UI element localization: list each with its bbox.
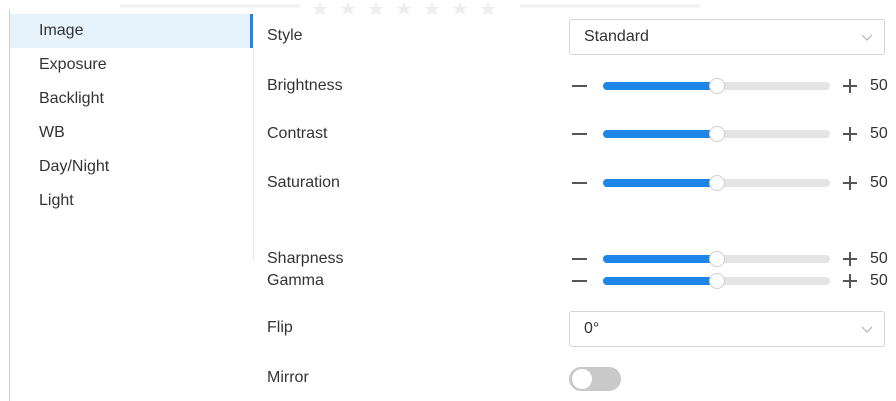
sharpness-slider-handle[interactable] xyxy=(708,251,725,267)
chevron-down-icon xyxy=(861,34,873,41)
sharpness-slider-group: 50 xyxy=(571,247,896,271)
mirror-row: Mirror xyxy=(267,367,896,391)
menu-active-indicator xyxy=(250,14,253,48)
mirror-label: Mirror xyxy=(267,369,309,386)
sharpness-row: Sharpness 50 xyxy=(267,247,896,271)
menu-item-exposure[interactable]: Exposure xyxy=(10,48,252,82)
menu-item-wb[interactable]: WB xyxy=(10,116,252,150)
style-row: Style Standard xyxy=(267,19,896,55)
sharpness-slider[interactable] xyxy=(603,251,830,267)
menu-item-light[interactable]: Light xyxy=(10,184,252,218)
gamma-slider[interactable] xyxy=(603,273,830,289)
brightness-slider-handle[interactable] xyxy=(708,78,725,94)
mirror-toggle[interactable] xyxy=(569,367,621,391)
menu-divider xyxy=(253,48,254,260)
gamma-slider-group: 50 xyxy=(571,269,896,293)
sharpness-value: 50 xyxy=(870,250,888,267)
style-label: Style xyxy=(267,27,303,44)
chevron-down-icon xyxy=(861,326,873,333)
brightness-row: Brightness 50 xyxy=(267,74,896,98)
brightness-slider[interactable] xyxy=(603,78,830,94)
saturation-slider-fill xyxy=(603,179,717,187)
contrast-value: 50 xyxy=(870,125,888,142)
sharpness-slider-fill xyxy=(603,255,717,263)
sharpness-increase-button[interactable] xyxy=(841,247,859,271)
settings-menu: Image Exposure Backlight WB Day/Night Li… xyxy=(10,14,252,218)
contrast-slider-group: 50 xyxy=(571,122,896,146)
flip-select[interactable]: 0° xyxy=(569,311,885,347)
menu-item-image[interactable]: Image xyxy=(10,14,252,48)
contrast-slider-fill xyxy=(603,130,717,138)
gamma-label: Gamma xyxy=(267,272,324,289)
mirror-toggle-knob xyxy=(572,369,592,389)
contrast-slider[interactable] xyxy=(603,126,830,142)
saturation-slider[interactable] xyxy=(603,175,830,191)
saturation-decrease-button[interactable] xyxy=(571,171,589,195)
brightness-value: 50 xyxy=(870,77,888,94)
flip-row: Flip 0° xyxy=(267,311,896,347)
saturation-label: Saturation xyxy=(267,174,340,191)
saturation-row: Saturation 50 xyxy=(267,171,896,195)
brightness-decrease-button[interactable] xyxy=(571,74,589,98)
gamma-slider-handle[interactable] xyxy=(708,273,725,289)
contrast-slider-handle[interactable] xyxy=(708,126,725,142)
gamma-value: 50 xyxy=(870,272,888,289)
contrast-label: Contrast xyxy=(267,125,328,142)
brightness-label: Brightness xyxy=(267,77,343,94)
saturation-slider-group: 50 xyxy=(571,171,896,195)
contrast-increase-button[interactable] xyxy=(841,122,859,146)
saturation-slider-handle[interactable] xyxy=(708,175,725,191)
style-select[interactable]: Standard xyxy=(569,19,885,55)
brightness-slider-group: 50 xyxy=(571,74,896,98)
contrast-row: Contrast 50 xyxy=(267,122,896,146)
menu-item-backlight[interactable]: Backlight xyxy=(10,82,252,116)
sharpness-label: Sharpness xyxy=(267,250,344,267)
saturation-increase-button[interactable] xyxy=(841,171,859,195)
gamma-increase-button[interactable] xyxy=(841,269,859,293)
brightness-slider-fill xyxy=(603,82,717,90)
gamma-decrease-button[interactable] xyxy=(571,269,589,293)
gamma-slider-fill xyxy=(603,277,717,285)
style-select-value: Standard xyxy=(584,28,649,45)
saturation-value: 50 xyxy=(870,174,888,191)
flip-label: Flip xyxy=(267,319,293,336)
menu-item-day-night[interactable]: Day/Night xyxy=(10,150,252,184)
flip-select-value: 0° xyxy=(584,320,600,337)
sharpness-decrease-button[interactable] xyxy=(571,247,589,271)
gamma-row: Gamma 50 xyxy=(267,269,896,293)
contrast-decrease-button[interactable] xyxy=(571,122,589,146)
brightness-increase-button[interactable] xyxy=(841,74,859,98)
